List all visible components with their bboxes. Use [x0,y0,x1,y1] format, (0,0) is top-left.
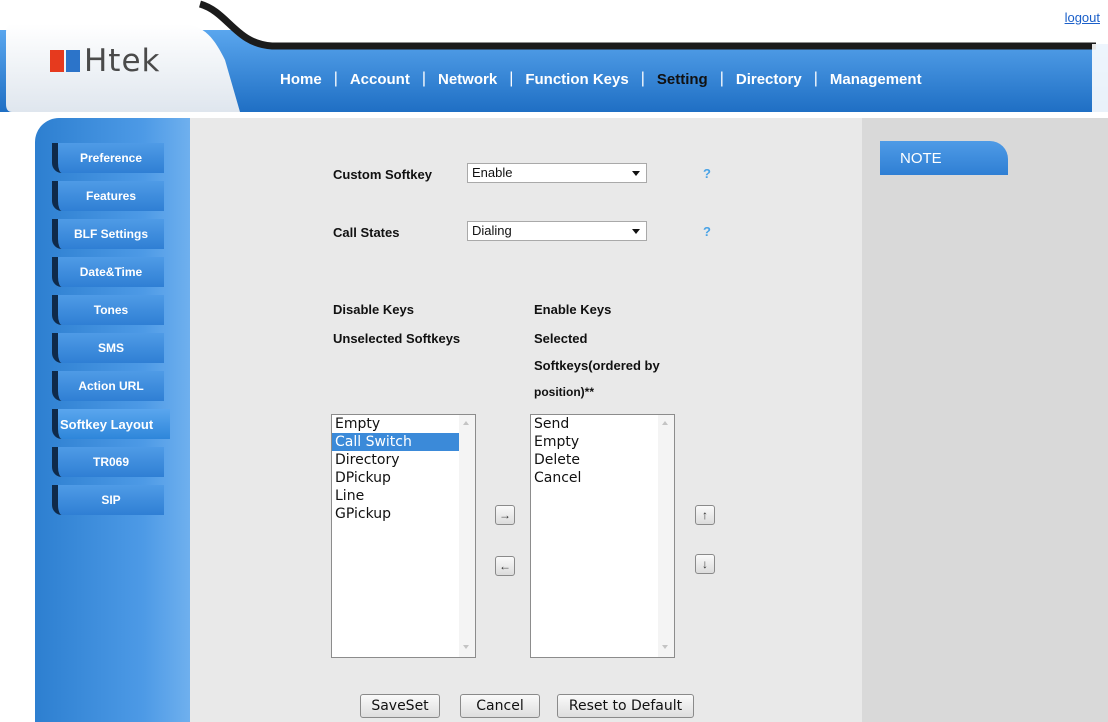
unselected-softkeys-list[interactable]: Empty Call Switch Directory DPickup Line GPic… [331,414,476,658]
sidebar-item-label: BLF Settings [52,219,164,249]
scroll-down-icon [662,645,668,649]
note-panel [862,118,1108,722]
saveset-button[interactable]: SaveSet [360,694,440,718]
selected-softkeys-label-2: Softkeys(ordered by [534,358,660,373]
chevron-down-icon [632,171,640,176]
sidebar-item-label: SIP [52,485,164,515]
move-down-button[interactable]: ↓ [695,554,715,574]
logo-red-square [50,50,64,72]
list-option[interactable]: Empty [531,433,674,451]
list-option[interactable]: Cancel [531,469,674,487]
main-panel [190,118,862,722]
sidebar-item-label: Tones [52,295,164,325]
custom-softkey-value: Enable [472,165,513,180]
move-up-button[interactable]: ↑ [695,505,715,525]
nav-setting[interactable]: Setting [645,71,720,88]
note-tab: NOTE [880,141,1008,175]
sidebar-item-action-url[interactable]: Action URL [52,371,172,401]
list-option[interactable]: Directory [332,451,475,469]
sidebar-item-label: TR069 [52,447,164,477]
list-option[interactable]: GPickup [332,505,475,523]
scrollbar[interactable] [459,415,475,657]
call-states-value: Dialing [472,223,512,238]
nav-account[interactable]: Account [338,71,422,88]
list-option[interactable]: Send [531,415,674,433]
unselected-softkeys-label: Unselected Softkeys [333,331,461,346]
enable-keys-label: Enable Keys [534,302,612,317]
scrollbar[interactable] [658,415,674,657]
sidebar-item-label: SMS [52,333,164,363]
list-option[interactable]: Call Switch [332,433,475,451]
sidebar-item-label: Date&Time [52,257,164,287]
scroll-up-icon [463,421,469,425]
nav-management[interactable]: Management [818,71,934,88]
nav-home[interactable]: Home [268,71,334,88]
sidebar-item-tones[interactable]: Tones [52,295,172,325]
sidebar-item-features[interactable]: Features [52,181,172,211]
sidebar-item-tr069[interactable]: TR069 [52,447,172,477]
header-background [0,0,1108,112]
help-icon[interactable]: ? [700,166,714,182]
disable-keys-label: Disable Keys [333,302,414,317]
scroll-up-icon [662,421,668,425]
reset-to-default-button[interactable]: Reset to Default [557,694,694,718]
move-right-button[interactable]: → [495,505,515,525]
logout-link[interactable]: logout [1065,10,1100,25]
sidebar: Preference Features BLF Settings Date&Ti… [52,143,172,523]
custom-softkey-label: Custom Softkey [333,167,432,182]
logo-text: Htek [84,43,161,79]
htek-logo: Htek [50,43,161,79]
cancel-button[interactable]: Cancel [460,694,540,718]
sidebar-item-label: Preference [52,143,164,173]
chevron-down-icon [632,229,640,234]
selected-softkeys-label-3: position)** [534,385,594,399]
main-nav: Home | Account | Network | Function Keys… [268,62,934,96]
sidebar-item-softkey-layout[interactable]: Softkey Layout [52,409,172,439]
move-left-button[interactable]: ← [495,556,515,576]
sidebar-item-blf-settings[interactable]: BLF Settings [52,219,172,249]
sidebar-item-preference[interactable]: Preference [52,143,172,173]
sidebar-item-label: Softkey Layout [52,409,170,439]
selected-options: Send Empty Delete Cancel [531,415,674,487]
sidebar-item-label: Features [52,181,164,211]
sidebar-item-sip[interactable]: SIP [52,485,172,515]
sidebar-item-sms[interactable]: SMS [52,333,172,363]
list-option[interactable]: DPickup [332,469,475,487]
list-option[interactable]: Delete [531,451,674,469]
unselected-options: Empty Call Switch Directory DPickup Line GPic… [332,415,475,523]
nav-network[interactable]: Network [426,71,509,88]
selected-softkeys-list[interactable]: Send Empty Delete Cancel [530,414,675,658]
nav-function-keys[interactable]: Function Keys [513,71,640,88]
selected-softkeys-label: Selected [534,331,588,346]
header: logout Htek Home | Account | Network | F… [0,0,1108,118]
logo-blue-square [66,50,80,72]
nav-directory[interactable]: Directory [724,71,814,88]
custom-softkey-select[interactable]: Enable [467,163,647,183]
call-states-select[interactable]: Dialing [467,221,647,241]
sidebar-item-date-time[interactable]: Date&Time [52,257,172,287]
help-icon[interactable]: ? [700,224,714,240]
scroll-down-icon [463,645,469,649]
list-option[interactable]: Empty [332,415,475,433]
call-states-label: Call States [333,225,400,240]
sidebar-item-label: Action URL [52,371,164,401]
list-option[interactable]: Line [332,487,475,505]
